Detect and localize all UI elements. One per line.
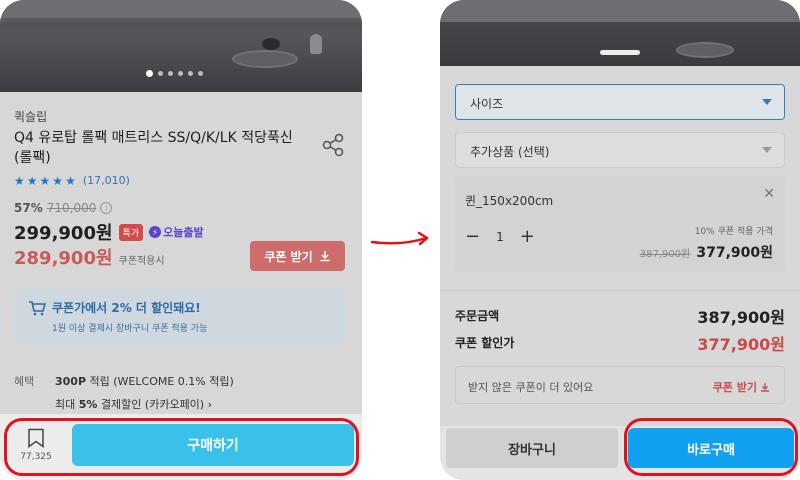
benefit-payment[interactable]: 최대 5% 결제할인 (카카오페이) › xyxy=(55,396,212,412)
option-select-screen: 사이즈 추가상품 (선택) 퀸_150x200cm ✕ − 1 + 10% 쿠폰… xyxy=(440,0,800,480)
price-row: 299,900원 특가 ⚡ 오늘출발 xyxy=(14,219,204,245)
star-icon: ★ xyxy=(65,173,76,188)
star-icon: ★ xyxy=(14,173,25,188)
coupon-price: 289,900원 xyxy=(14,248,113,269)
special-deal-badge: 특가 xyxy=(118,223,144,241)
coupon-applied-label: 쿠폰적용시 xyxy=(118,256,165,267)
star-icon: ★ xyxy=(26,173,38,188)
selected-option: 퀸_150x200cm ✕ − 1 + 10% 쿠폰 적용 가격 387,900… xyxy=(455,176,785,272)
coupon-discount-price: 377,900원 xyxy=(697,335,785,354)
benefit-points-value: 300P xyxy=(55,375,87,388)
benefit-pay-prefix: 최대 xyxy=(55,398,76,411)
download-icon xyxy=(320,251,330,262)
get-coupon-label: 쿠폰 받기 xyxy=(264,249,313,264)
unclaimed-coupon-banner: 받지 않은 쿠폰이 더 있어요 쿠폰 받기 xyxy=(455,366,785,404)
close-icon[interactable]: ✕ xyxy=(763,186,775,202)
cart-icon xyxy=(29,300,46,315)
product-image xyxy=(440,0,800,66)
benefit-pay-percent: 5% xyxy=(78,398,98,411)
extra-product-select[interactable]: 추가상품 (선택) xyxy=(455,132,785,168)
order-total-label: 주문금액 xyxy=(455,309,500,323)
coupon-price-row: 289,900원 쿠폰적용시 xyxy=(14,244,165,270)
benefit-pay-text: 결제할인 (카카오페이) › xyxy=(100,398,212,411)
benefit-points: 300P 적립 (WELCOME 0.1% 적립) xyxy=(55,373,234,389)
quantity-stepper: − 1 + xyxy=(465,228,535,246)
get-coupon-button[interactable]: 쿠폰 받기 xyxy=(250,241,345,271)
carousel-dot[interactable] xyxy=(168,71,173,76)
vase-image xyxy=(310,34,322,54)
option-price-row: 387,900원 377,900원 xyxy=(640,242,773,262)
product-detail-screen: 퀵슬립 Q4 유로탑 롤팩 매트리스 SS/Q/K/LK 적당푹신 (롤팩) ★… xyxy=(0,0,362,480)
tray-image xyxy=(676,42,734,58)
review-count: (17,010) xyxy=(82,174,130,187)
original-price: 710,000 xyxy=(46,201,97,215)
minus-icon[interactable]: − xyxy=(465,228,480,246)
benefit-label: 혜택 xyxy=(14,375,35,388)
carousel-dot[interactable] xyxy=(158,71,163,76)
unclaimed-coupon-text: 받지 않은 쿠폰이 더 있어요 xyxy=(468,381,594,394)
share-icon[interactable] xyxy=(320,132,346,158)
divider xyxy=(440,290,800,291)
carousel-dot[interactable] xyxy=(146,70,153,77)
sheet-handle[interactable] xyxy=(600,50,640,55)
arrow-icon xyxy=(370,231,429,246)
tray-image xyxy=(232,50,298,68)
promo-title: 쿠폰가에서 2% 더 할인돼요! xyxy=(52,301,201,315)
bowl-image xyxy=(262,38,280,50)
info-icon[interactable]: i xyxy=(100,202,113,214)
option-price: 377,900원 xyxy=(696,245,773,261)
carousel-dot[interactable] xyxy=(198,71,203,76)
product-title: Q4 유로탑 롤팩 매트리스 SS/Q/K/LK 적당푹신 (롤팩) xyxy=(14,130,293,166)
option-discount-label: 10% 쿠폰 적용 가격 xyxy=(694,227,773,237)
discount-percent: 57% xyxy=(14,201,43,215)
today-shipping-label: 오늘출발 xyxy=(163,226,204,239)
mattress-image xyxy=(440,0,800,22)
chevron-down-icon xyxy=(762,147,772,153)
promo-subtitle: 1원 이상 결제시 장바구니 쿠폰 적용 가능 xyxy=(52,324,208,334)
chevron-down-icon xyxy=(762,99,772,105)
rating[interactable]: ★ ★ ★ ★ ★ (17,010) xyxy=(14,174,130,187)
today-shipping-badge: ⚡ 오늘출발 xyxy=(149,224,204,240)
star-icon: ★ xyxy=(39,173,51,188)
highlight-box-buy xyxy=(4,418,359,476)
option-original-price: 387,900원 xyxy=(639,249,691,260)
benefit-points-text: 적립 (WELCOME 0.1% 적립) xyxy=(89,375,234,388)
size-select[interactable]: 사이즈 xyxy=(455,84,785,120)
star-icon: ★ xyxy=(52,173,64,188)
product-image-carousel[interactable] xyxy=(0,0,362,92)
promo-banner[interactable]: 쿠폰가에서 2% 더 할인돼요! 1원 이상 결제시 장바구니 쿠폰 적용 가능 xyxy=(14,287,346,345)
carousel-dots xyxy=(146,70,203,77)
bolt-icon: ⚡ xyxy=(149,226,162,238)
brand-name[interactable]: 퀵슬립 xyxy=(14,108,47,125)
download-icon xyxy=(761,383,769,392)
plus-icon[interactable]: + xyxy=(520,228,535,246)
mattress-image xyxy=(0,0,362,22)
add-to-cart-button[interactable]: 장바구니 xyxy=(446,428,618,468)
promo-title-row: 쿠폰가에서 2% 더 할인돼요! xyxy=(28,299,201,316)
get-coupon-link[interactable]: 쿠폰 받기 xyxy=(713,379,770,395)
coupon-discount-label: 쿠폰 할인가 xyxy=(455,336,515,350)
get-coupon-link-label: 쿠폰 받기 xyxy=(712,381,757,394)
order-total: 387,900원 xyxy=(697,308,785,327)
highlight-box-buy-now xyxy=(624,418,798,476)
sale-price: 299,900원 xyxy=(14,223,113,244)
quantity-value: 1 xyxy=(496,230,504,244)
carousel-dot[interactable] xyxy=(178,71,183,76)
discount-row: 57% 710,000 i xyxy=(14,201,113,215)
carousel-dot[interactable] xyxy=(188,71,193,76)
option-name: 퀸_150x200cm xyxy=(465,194,554,208)
extra-select-label: 추가상품 (선택) xyxy=(470,145,550,159)
size-select-label: 사이즈 xyxy=(470,97,504,111)
